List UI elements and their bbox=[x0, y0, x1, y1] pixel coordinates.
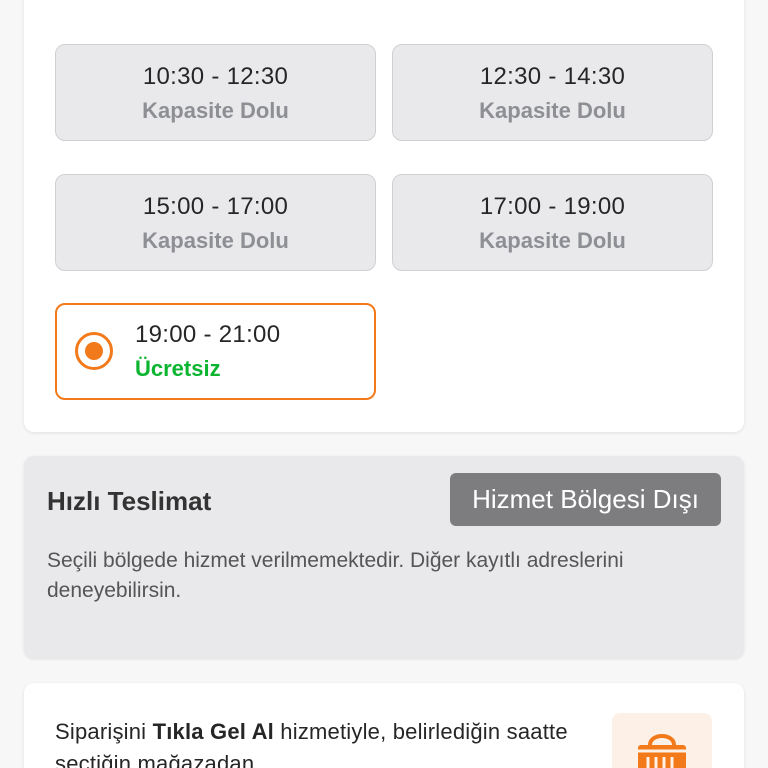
store-bag-icon-graphic bbox=[638, 734, 686, 768]
time-slot-10-30: 10:30 - 12:30 Kapasite Dolu bbox=[55, 44, 376, 141]
promo-service-name: Tıkla Gel Al bbox=[152, 719, 274, 744]
time-slot-15-00: 15:00 - 17:00 Kapasite Dolu bbox=[55, 174, 376, 271]
slot-status: Kapasite Dolu bbox=[479, 98, 626, 123]
slot-status: Kapasite Dolu bbox=[479, 228, 626, 253]
radio-selected-icon[interactable] bbox=[75, 332, 113, 370]
promo-text-start: Siparişini bbox=[55, 719, 153, 744]
slot-status-free: Ücretsiz bbox=[135, 356, 221, 381]
fast-delivery-title: Hızlı Teslimat bbox=[47, 486, 212, 516]
time-slot-19-00-selected[interactable]: 19:00 - 21:00 Ücretsiz bbox=[55, 303, 376, 400]
slot-time: 10:30 - 12:30 bbox=[142, 63, 289, 90]
time-slot-17-00: 17:00 - 19:00 Kapasite Dolu bbox=[392, 174, 713, 271]
fast-delivery-description: Seçili bölgede hizmet verilmemektedir. D… bbox=[47, 549, 624, 602]
out-of-service-area-badge: Hizmet Bölgesi Dışı bbox=[450, 473, 721, 526]
click-collect-card[interactable]: Siparişini Tıkla Gel Al hizmetiyle, beli… bbox=[24, 683, 744, 768]
slot-time: 17:00 - 19:00 bbox=[479, 193, 626, 220]
slot-status: Kapasite Dolu bbox=[142, 98, 289, 123]
slot-status: Kapasite Dolu bbox=[142, 228, 289, 253]
radio-dot bbox=[85, 342, 103, 360]
store-bag-icon bbox=[612, 713, 712, 768]
slot-time: 19:00 - 21:00 bbox=[135, 321, 281, 348]
click-collect-text: Siparişini Tıkla Gel Al hizmetiyle, beli… bbox=[55, 716, 595, 768]
time-slot-12-30: 12:30 - 14:30 Kapasite Dolu bbox=[392, 44, 713, 141]
fast-delivery-card: Hızlı Teslimat Hizmet Bölgesi Dışı Seçil… bbox=[24, 456, 744, 658]
slot-time: 15:00 - 17:00 bbox=[142, 193, 289, 220]
slot-time: 12:30 - 14:30 bbox=[479, 63, 626, 90]
